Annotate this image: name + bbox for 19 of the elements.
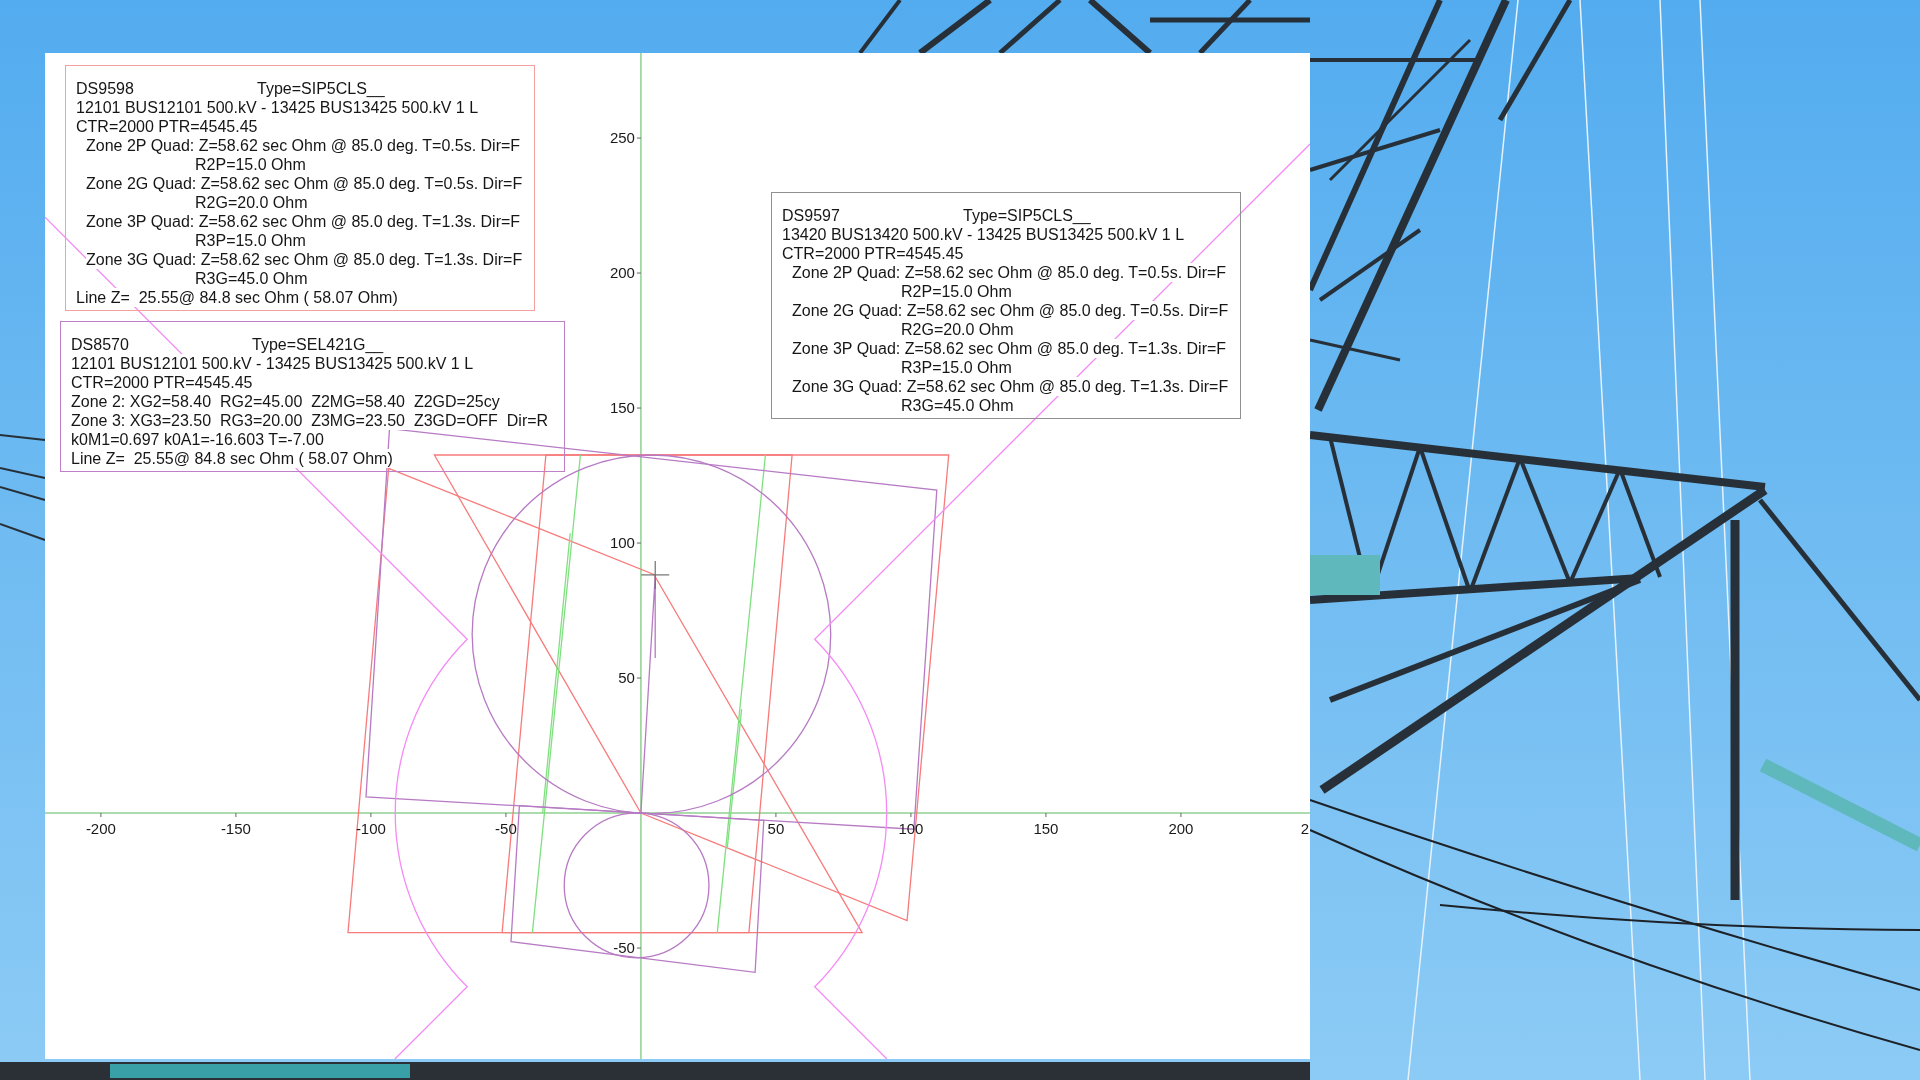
x-tick-label: 2: [1300, 820, 1309, 838]
x-tick-label: 100: [898, 820, 924, 838]
y-tick-label: 250: [609, 129, 635, 147]
y-tick-label: 50: [618, 669, 635, 687]
x-tick-label: -100: [355, 820, 386, 838]
x-tick-label: -150: [220, 820, 251, 838]
relay-type: Type=SIP5CLS__: [963, 206, 1091, 225]
y-tick-label: -50: [613, 939, 635, 957]
x-tick-label: -50: [495, 820, 517, 838]
relay-type: Type=SIP5CLS__: [257, 79, 385, 98]
x-tick-label: -200: [85, 820, 116, 838]
x-tick-label: 50: [767, 820, 785, 838]
x-tick-label: 200: [1168, 820, 1194, 838]
y-tick-label: 200: [609, 264, 635, 282]
y-tick-label: 100: [609, 534, 635, 552]
x-tick-label: 150: [1033, 820, 1059, 838]
relay-type: Type=SEL421G__: [252, 335, 384, 354]
y-tick-label: 150: [609, 399, 635, 417]
crosshair-icon: [640, 560, 670, 590]
